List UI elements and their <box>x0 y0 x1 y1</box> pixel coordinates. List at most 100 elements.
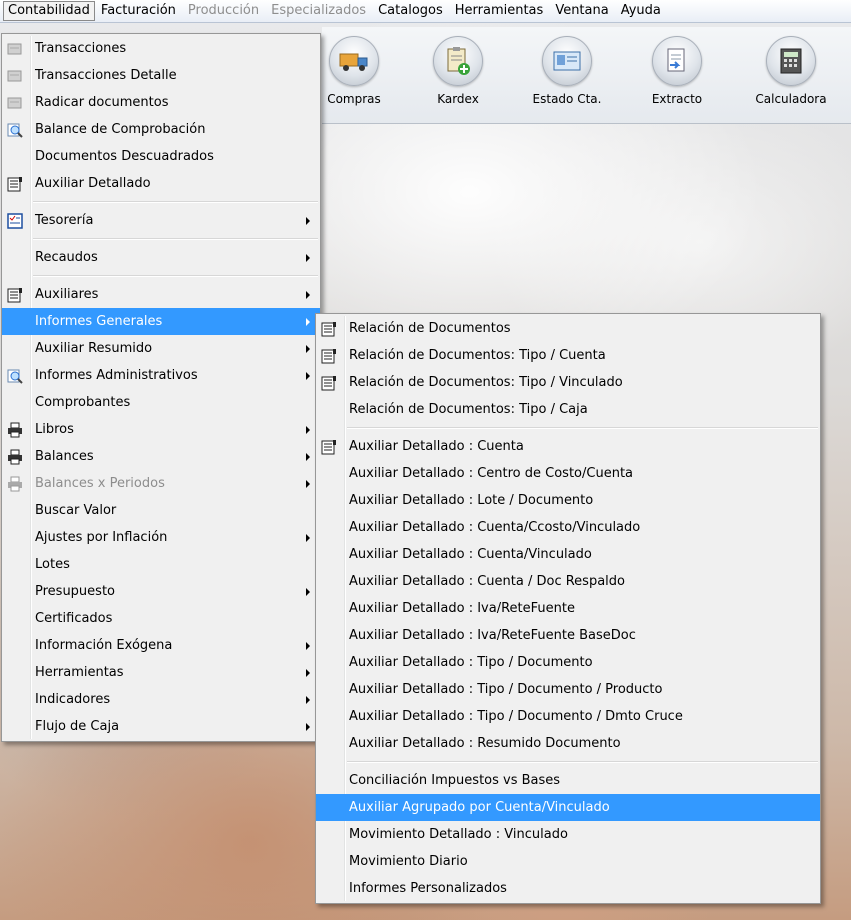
submenu-item-auxiliar-iva-retefuente[interactable]: Auxiliar Detallado : Iva/ReteFuente <box>316 595 820 622</box>
submenu-arrow-icon <box>306 723 310 731</box>
submenu-item-label: Auxiliar Detallado : Iva/ReteFuente <box>349 601 575 616</box>
menu-ventana[interactable]: Ventana <box>549 1 614 21</box>
submenu-item-label: Movimiento Diario <box>349 854 468 869</box>
menu-item-label: Auxiliar Detallado <box>35 176 151 191</box>
menu-ayuda[interactable]: Ayuda <box>615 1 667 21</box>
menu-item-flujo-de-caja[interactable]: Flujo de Caja <box>2 713 320 740</box>
compras-button[interactable]: Compras <box>309 30 399 120</box>
submenu-item-informes-personalizados[interactable]: Informes Personalizados <box>316 875 820 902</box>
menu-contabilidad[interactable]: Contabilidad <box>3 1 95 21</box>
submenu-item-auxiliar-resumido-documento[interactable]: Auxiliar Detallado : Resumido Documento <box>316 730 820 757</box>
submenu-item-label: Auxiliar Detallado : Cuenta/Vinculado <box>349 547 592 562</box>
submenu-item-auxiliar-iva-retefuente-basedoc[interactable]: Auxiliar Detallado : Iva/ReteFuente Base… <box>316 622 820 649</box>
submenu-item-label: Relación de Documentos: Tipo / Vinculado <box>349 375 623 390</box>
menu-item-comprobantes[interactable]: Comprobantes <box>2 389 320 416</box>
document-icon <box>652 36 702 86</box>
menu-item-label: Buscar Valor <box>35 503 117 518</box>
menu-item-label: Transacciones <box>35 41 127 56</box>
menu-item-documentos-descuadrados[interactable]: Documentos Descuadrados <box>2 143 320 170</box>
submenu-item-conciliacion-impuestos[interactable]: Conciliación Impuestos vs Bases <box>316 767 820 794</box>
menu-item-label: Informes Generales <box>35 314 163 329</box>
menu-produccion[interactable]: Producción <box>182 1 265 21</box>
menu-item-label: Lotes <box>35 557 70 572</box>
menu-item-radicar-documentos[interactable]: Radicar documentos <box>2 89 320 116</box>
submenu-item-auxiliar-doc-respaldo[interactable]: Auxiliar Detallado : Cuenta / Doc Respal… <box>316 568 820 595</box>
calculator-icon <box>766 36 816 86</box>
menu-item-auxiliar-detallado[interactable]: Auxiliar Detallado <box>2 170 320 197</box>
menu-item-ajustes-inflacion[interactable]: Ajustes por Inflación <box>2 524 320 551</box>
submenu-item-movimiento-detallado-vinculado[interactable]: Movimiento Detallado : Vinculado <box>316 821 820 848</box>
menu-item-libros[interactable]: Libros <box>2 416 320 443</box>
menu-item-label: Balance de Comprobación <box>35 122 206 137</box>
submenu-item-label: Auxiliar Detallado : Resumido Documento <box>349 736 621 751</box>
submenu-item-movimiento-diario[interactable]: Movimiento Diario <box>316 848 820 875</box>
submenu-item-label: Relación de Documentos <box>349 321 511 336</box>
submenu-item-relacion-documentos[interactable]: Relación de Documentos <box>316 315 820 342</box>
submenu-item-auxiliar-lote-documento[interactable]: Auxiliar Detallado : Lote / Documento <box>316 487 820 514</box>
menu-item-certificados[interactable]: Certificados <box>2 605 320 632</box>
menu-item-informes-generales[interactable]: Informes Generales <box>2 308 320 335</box>
clipboard-add-icon <box>433 36 483 86</box>
menu-item-balances-x-periodos[interactable]: Balances x Periodos <box>2 470 320 497</box>
menu-item-label: Presupuesto <box>35 584 115 599</box>
kardex-button[interactable]: Kardex <box>413 30 503 120</box>
submenu-arrow-icon <box>306 217 310 225</box>
submenu-arrow-icon <box>306 291 310 299</box>
menu-item-balances[interactable]: Balances <box>2 443 320 470</box>
submenu-item-label: Informes Personalizados <box>349 881 507 896</box>
estado-cta-button[interactable]: Estado Cta. <box>522 30 612 120</box>
ledger-icon <box>321 438 337 455</box>
menu-item-indicadores[interactable]: Indicadores <box>2 686 320 713</box>
submenu-item-auxiliar-centro-costo[interactable]: Auxiliar Detallado : Centro de Costo/Cue… <box>316 460 820 487</box>
menu-item-label: Tesorería <box>35 213 94 228</box>
menu-item-herramientas[interactable]: Herramientas <box>2 659 320 686</box>
menu-item-auxiliares[interactable]: Auxiliares <box>2 281 320 308</box>
submenu-item-auxiliar-tipo-documento-dmto-cruce[interactable]: Auxiliar Detallado : Tipo / Documento / … <box>316 703 820 730</box>
submenu-item-relacion-tipo-caja[interactable]: Relación de Documentos: Tipo / Caja <box>316 396 820 423</box>
menu-item-informacion-exogena[interactable]: Información Exógena <box>2 632 320 659</box>
submenu-arrow-icon <box>306 696 310 704</box>
menu-item-recaudos[interactable]: Recaudos <box>2 244 320 271</box>
menu-item-auxiliar-resumido[interactable]: Auxiliar Resumido <box>2 335 320 362</box>
informes-generales-submenu: Relación de Documentos Relación de Docum… <box>315 313 821 904</box>
submenu-item-label: Auxiliar Agrupado por Cuenta/Vinculado <box>349 800 610 815</box>
kardex-label: Kardex <box>437 92 479 106</box>
menu-catalogos[interactable]: Catalogos <box>372 1 449 21</box>
menu-especializados[interactable]: Especializados <box>265 1 372 21</box>
menu-separator <box>347 761 818 763</box>
submenu-item-relacion-tipo-cuenta[interactable]: Relación de Documentos: Tipo / Cuenta <box>316 342 820 369</box>
disabled-document-icon <box>7 94 23 110</box>
menu-item-transacciones[interactable]: Transacciones <box>2 35 320 62</box>
submenu-item-label: Auxiliar Detallado : Tipo / Documento / … <box>349 682 663 697</box>
id-card-icon <box>542 36 592 86</box>
menu-item-transacciones-detalle[interactable]: Transacciones Detalle <box>2 62 320 89</box>
menu-separator <box>33 238 318 240</box>
magnifier-icon <box>7 367 23 384</box>
menu-item-label: Informes Administrativos <box>35 368 198 383</box>
ledger-icon <box>321 347 337 364</box>
submenu-item-auxiliar-cuenta-vinculado[interactable]: Auxiliar Detallado : Cuenta/Vinculado <box>316 541 820 568</box>
menu-herramientas[interactable]: Herramientas <box>449 1 550 21</box>
submenu-item-relacion-tipo-vinculado[interactable]: Relación de Documentos: Tipo / Vinculado <box>316 369 820 396</box>
submenu-item-auxiliar-cuenta-ccosto-vinculado[interactable]: Auxiliar Detallado : Cuenta/Ccosto/Vincu… <box>316 514 820 541</box>
extracto-button[interactable]: Extracto <box>632 30 722 120</box>
submenu-arrow-icon <box>306 642 310 650</box>
menu-item-informes-administrativos[interactable]: Informes Administrativos <box>2 362 320 389</box>
submenu-item-auxiliar-tipo-documento[interactable]: Auxiliar Detallado : Tipo / Documento <box>316 649 820 676</box>
calculadora-button[interactable]: Calculadora <box>746 30 836 120</box>
menu-item-presupuesto[interactable]: Presupuesto <box>2 578 320 605</box>
estado-cta-label: Estado Cta. <box>532 92 602 106</box>
menu-item-buscar-valor[interactable]: Buscar Valor <box>2 497 320 524</box>
menu-item-label: Ajustes por Inflación <box>35 530 168 545</box>
menu-item-label: Comprobantes <box>35 395 131 410</box>
submenu-item-auxiliar-tipo-documento-producto[interactable]: Auxiliar Detallado : Tipo / Documento / … <box>316 676 820 703</box>
submenu-arrow-icon <box>306 588 310 596</box>
menu-facturacion[interactable]: Facturación <box>95 1 182 21</box>
submenu-item-auxiliar-agrupado[interactable]: Auxiliar Agrupado por Cuenta/Vinculado <box>316 794 820 821</box>
menu-item-balance-comprobacion[interactable]: Balance de Comprobación <box>2 116 320 143</box>
menu-item-tesoreria[interactable]: Tesorería <box>2 207 320 234</box>
contabilidad-menu: Transacciones Transacciones Detalle Radi… <box>1 33 321 742</box>
submenu-item-auxiliar-cuenta[interactable]: Auxiliar Detallado : Cuenta <box>316 433 820 460</box>
menu-item-lotes[interactable]: Lotes <box>2 551 320 578</box>
menu-item-label: Auxiliares <box>35 287 99 302</box>
